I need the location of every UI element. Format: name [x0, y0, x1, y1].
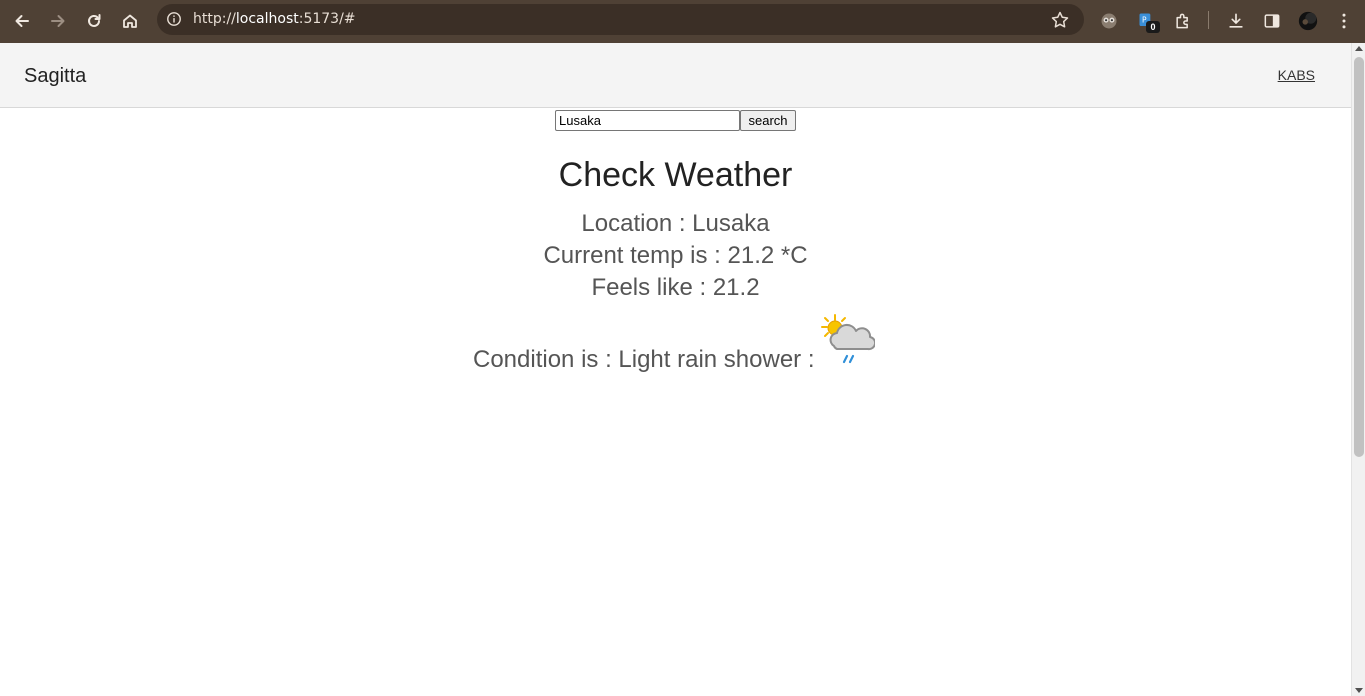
current-temp-text: Current temp is : 21.2 *C	[543, 242, 808, 269]
condition-text: Condition is : Light rain shower :	[473, 346, 815, 373]
extensions-puzzle-icon[interactable]	[1171, 9, 1195, 33]
browser-toolbar: http://localhost:5173/# P 0	[0, 0, 1365, 43]
reload-icon[interactable]	[80, 7, 108, 35]
download-icon[interactable]	[1224, 9, 1248, 33]
partly-cloudy-rain-icon	[817, 313, 877, 369]
page-viewport: Sagitta KABS search Check Weather Locati…	[0, 43, 1351, 696]
site-brand[interactable]: Sagitta	[24, 65, 86, 88]
extension-counter-icon[interactable]: P 0	[1135, 9, 1160, 33]
side-panel-icon[interactable]	[1260, 9, 1284, 33]
extension-owl-icon[interactable]	[1097, 9, 1121, 33]
search-input[interactable]	[555, 110, 740, 131]
feels-like-text: Feels like : 21.2	[591, 274, 760, 301]
profile-avatar-icon[interactable]	[1296, 9, 1320, 33]
page-title: Check Weather	[558, 156, 793, 194]
toolbar-divider	[1208, 11, 1209, 29]
scroll-down-arrow-icon[interactable]	[1355, 688, 1363, 693]
bookmark-star-icon[interactable]	[1050, 10, 1070, 30]
search-form: search	[555, 110, 796, 131]
vertical-scrollbar[interactable]	[1351, 43, 1365, 696]
browser-menu-icon[interactable]	[1332, 9, 1356, 33]
location-text: Location : Lusaka	[581, 210, 770, 237]
scroll-up-arrow-icon[interactable]	[1355, 46, 1363, 51]
url-text: http://localhost:5173/#	[193, 11, 356, 27]
url-path: :5173/#	[298, 11, 356, 27]
scrollbar-thumb[interactable]	[1354, 57, 1364, 457]
extension-badge: 0	[1146, 21, 1160, 33]
home-icon[interactable]	[116, 7, 144, 35]
search-button[interactable]: search	[740, 110, 796, 131]
site-info-icon[interactable]	[165, 10, 183, 28]
address-bar[interactable]: http://localhost:5173/#	[157, 4, 1084, 35]
back-arrow-icon[interactable]	[8, 7, 36, 35]
site-navbar: Sagitta KABS	[0, 43, 1351, 108]
url-host: localhost	[235, 11, 299, 27]
url-scheme: http://	[193, 11, 236, 27]
nav-link-kabs[interactable]: KABS	[1278, 67, 1315, 83]
forward-arrow-icon[interactable]	[44, 7, 72, 35]
